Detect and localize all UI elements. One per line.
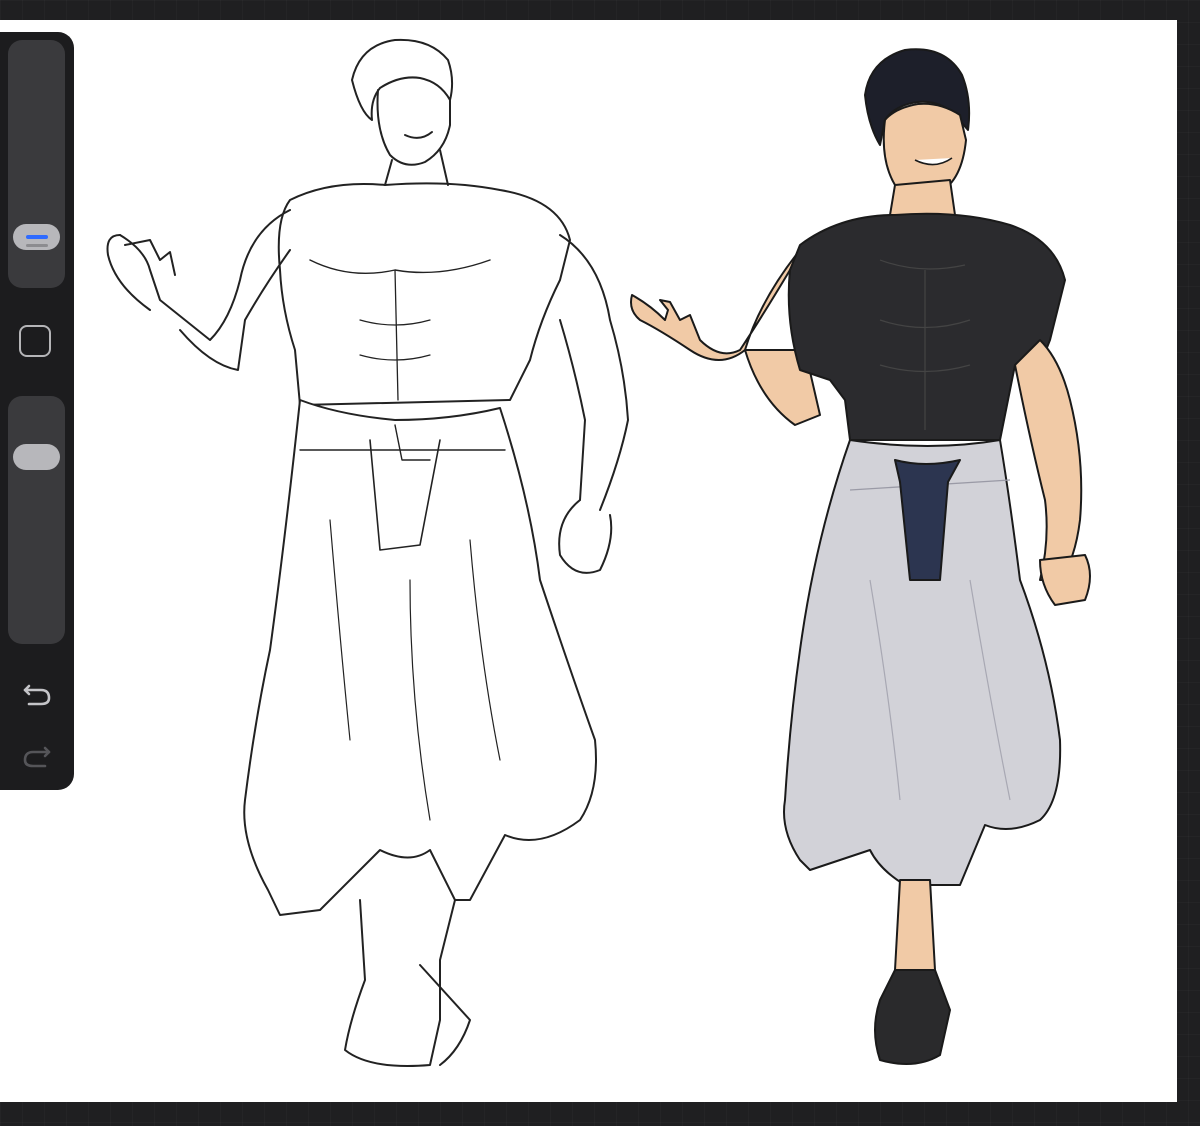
brush-size-shadow xyxy=(26,244,48,247)
sketch-feet xyxy=(344,899,471,1067)
undo-arrow-icon[interactable] xyxy=(19,674,55,710)
right-arm xyxy=(1014,339,1083,581)
artwork xyxy=(106,38,1091,1067)
raised-arm xyxy=(630,249,801,361)
shoe xyxy=(874,969,951,1065)
sketch-face xyxy=(376,89,451,166)
tool-sidebar xyxy=(0,32,74,790)
sketch-hair xyxy=(351,38,454,121)
sketch-figure xyxy=(106,38,629,1067)
brush-size-slider[interactable] xyxy=(8,40,65,288)
sketch-pants xyxy=(243,399,597,916)
sketch-torso xyxy=(277,182,571,406)
redo-arrow-icon[interactable] xyxy=(19,736,55,772)
modify-button[interactable] xyxy=(19,325,51,357)
colored-figure xyxy=(630,48,1091,1065)
sketch-hand xyxy=(106,234,176,311)
brush-size-indicator xyxy=(26,235,48,239)
drawing-canvas[interactable] xyxy=(0,20,1177,1102)
sketch-raised-arm xyxy=(119,209,291,371)
sketch-right-arm xyxy=(559,234,629,511)
brush-size-thumb[interactable] xyxy=(13,224,60,250)
opacity-thumb[interactable] xyxy=(13,444,60,470)
opacity-slider[interactable] xyxy=(8,396,65,644)
